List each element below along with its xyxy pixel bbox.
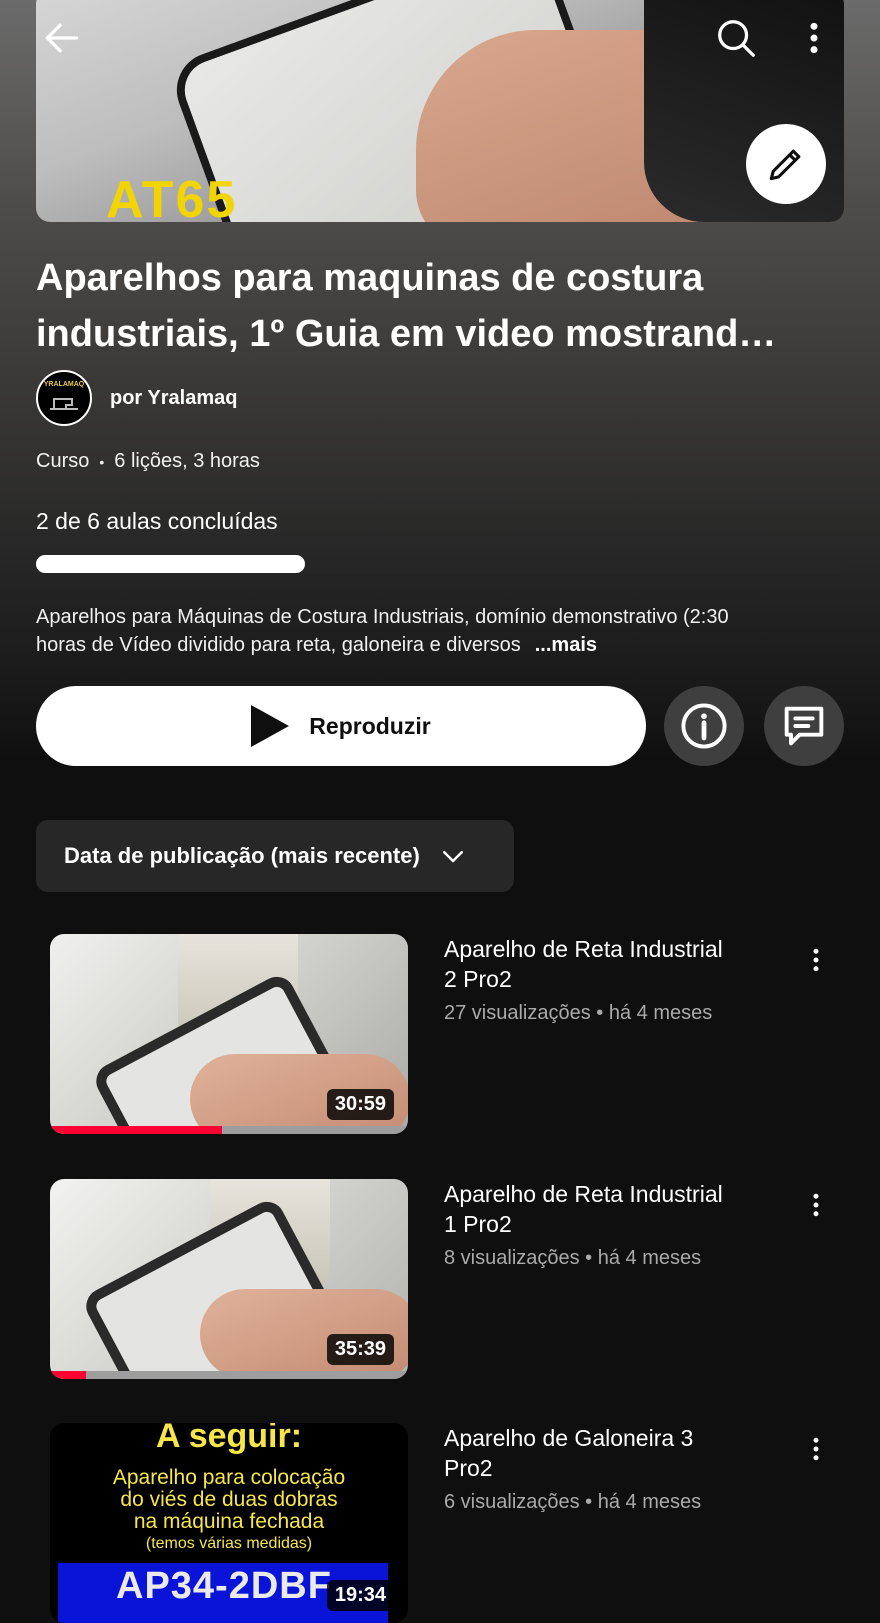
thumb-text: na máquina fechada xyxy=(133,1510,325,1533)
video-meta: 27 visualizações • há 4 meses xyxy=(444,1002,713,1024)
back-button[interactable] xyxy=(36,12,88,64)
video-thumbnail[interactable]: A seguir: Aparelho para colocação do vié… xyxy=(50,1423,408,1623)
thumb-text: AP34-2DBF xyxy=(116,1565,332,1607)
watch-progress-fill xyxy=(50,1126,222,1134)
separator-dot: • xyxy=(99,453,105,470)
more-options-button[interactable] xyxy=(788,12,840,64)
video-title-line: Aparelho de Galoneira 3 xyxy=(444,1425,694,1451)
video-thumbnail[interactable]: 30:59 xyxy=(50,934,408,1134)
play-all-button[interactable]: Reproduzir xyxy=(36,686,646,766)
play-label: Reproduzir xyxy=(309,712,431,739)
chevron-down-icon xyxy=(442,851,463,863)
comments-button[interactable] xyxy=(764,686,844,766)
course-progress-fill xyxy=(36,555,306,573)
progress-text: 2 de 6 aulas concluídas xyxy=(36,508,278,534)
video-title-line: 2 Pro2 xyxy=(444,966,512,992)
video-title-line: Aparelho de Reta Industrial xyxy=(444,1181,723,1207)
thumb-text: A seguir: xyxy=(155,1423,303,1455)
lessons-info: 6 lições, 3 horas xyxy=(114,450,260,472)
thumb-text: (temos várias medidas) xyxy=(145,1535,313,1552)
watch-progress xyxy=(50,1371,408,1379)
comment-icon xyxy=(784,706,824,746)
video-duration: 30:59 xyxy=(326,1089,394,1120)
video-menu-button[interactable] xyxy=(796,940,836,980)
description-text: horas de Vídeo dividido para reta, galon… xyxy=(36,634,521,656)
more-link[interactable]: ...mais xyxy=(535,634,597,656)
more-vert-icon xyxy=(813,1193,819,1217)
video-item[interactable]: A seguir: Aparelho para colocação do vié… xyxy=(50,1423,850,1623)
video-menu-button[interactable] xyxy=(796,1185,836,1225)
search-icon xyxy=(718,20,755,57)
description-line: horas de Vídeo dividido para reta, galon… xyxy=(36,631,846,659)
video-title[interactable]: Aparelho de Reta Industrial 2 Pro2 xyxy=(444,934,774,994)
course-title-line: Aparelhos para maquinas de costura xyxy=(36,257,704,299)
sort-label: Data de publicação (mais recente) xyxy=(64,843,420,868)
edit-button[interactable] xyxy=(746,124,826,204)
course-description[interactable]: Aparelhos para Máquinas de Costura Indus… xyxy=(36,603,846,659)
video-duration: 35:39 xyxy=(326,1334,394,1365)
course-meta: Curso • 6 lições, 3 horas xyxy=(36,450,260,473)
thumb-text: do viés de duas dobras xyxy=(120,1488,338,1511)
pencil-icon xyxy=(769,149,801,181)
video-title-line: 1 Pro2 xyxy=(444,1211,512,1237)
info-button[interactable] xyxy=(664,686,744,766)
more-vert-icon xyxy=(813,1437,819,1461)
video-meta: 8 visualizações • há 4 meses xyxy=(444,1247,702,1269)
video-item[interactable]: 35:39 Aparelho de Reta Industrial 1 Pro2… xyxy=(50,1179,850,1379)
search-button[interactable] xyxy=(710,12,762,64)
channel-logo-text: YRALAMAQ xyxy=(43,381,85,388)
video-title[interactable]: Aparelho de Galoneira 3 Pro2 xyxy=(444,1423,774,1483)
watch-progress-fill xyxy=(50,1371,86,1379)
more-vert-icon xyxy=(813,948,819,972)
video-title-line: Aparelho de Reta Industrial xyxy=(444,936,723,962)
back-arrow-icon xyxy=(45,23,79,53)
sewing-machine-icon xyxy=(50,398,78,410)
course-type: Curso xyxy=(36,450,90,472)
video-title[interactable]: Aparelho de Reta Industrial 1 Pro2 xyxy=(444,1179,774,1239)
video-title-line: Pro2 xyxy=(444,1455,493,1481)
info-icon xyxy=(681,703,727,749)
description-line: Aparelhos para Máquinas de Costura Indus… xyxy=(36,606,729,628)
watch-progress xyxy=(50,1126,408,1134)
thumb-text: Aparelho para colocação xyxy=(112,1466,346,1489)
video-item[interactable]: 30:59 Aparelho de Reta Industrial 2 Pro2… xyxy=(50,934,850,1134)
sort-dropdown[interactable]: Data de publicação (mais recente) xyxy=(36,820,514,892)
course-title-line: industriais, 1º Guia em video mostrand… xyxy=(36,313,777,355)
channel-name[interactable]: por Yralamaq xyxy=(110,387,237,410)
more-vert-icon xyxy=(810,22,818,54)
play-icon xyxy=(251,705,290,747)
channel-row[interactable]: YRALAMAQ por Yralamaq xyxy=(36,370,237,426)
avatar[interactable]: YRALAMAQ xyxy=(36,370,92,426)
video-meta: 6 visualizações • há 4 meses xyxy=(444,1491,702,1513)
thumb-text-block: Aparelho para colocação do viés de duas … xyxy=(50,1467,408,1555)
course-progress-bar xyxy=(36,555,844,573)
video-duration: 19:34 xyxy=(326,1580,394,1611)
course-title: Aparelhos para maquinas de costura indus… xyxy=(36,250,836,362)
video-thumbnail[interactable]: 35:39 xyxy=(50,1179,408,1379)
video-menu-button[interactable] xyxy=(796,1429,836,1469)
thumb-text: AT65 xyxy=(106,171,238,222)
